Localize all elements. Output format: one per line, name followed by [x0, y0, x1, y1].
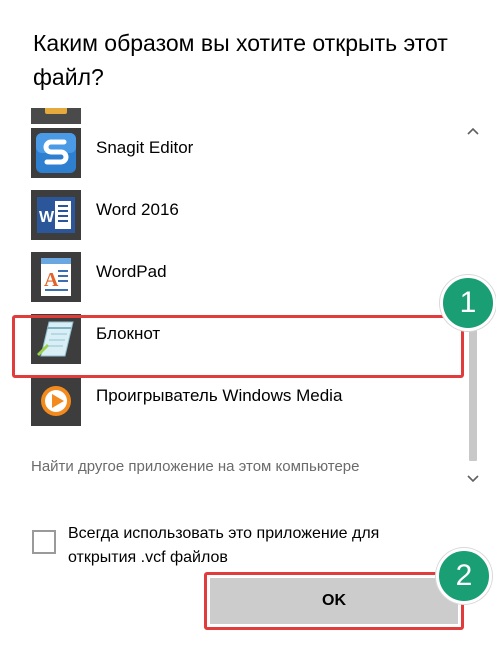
app-item-wordpad[interactable]: A WordPad [0, 242, 462, 304]
open-with-dialog: Каким образом вы хотите открыть этот фай… [0, 0, 496, 650]
app-item-snagit-editor[interactable]: Snagit Editor [0, 118, 462, 180]
dialog-title: Каким образом вы хотите открыть этот фай… [33, 30, 448, 90]
svg-text:W: W [39, 209, 55, 226]
app-label-wordpad: WordPad [96, 262, 167, 281]
svg-text:A: A [44, 269, 59, 291]
selection-highlight-box [12, 315, 464, 378]
step-badge-2: 2 [436, 548, 492, 604]
always-use-label: Всегда использовать это приложение для о… [68, 525, 380, 566]
chevron-up-icon [467, 127, 479, 135]
app-label-word-2016: Word 2016 [96, 200, 179, 219]
scroll-down-button[interactable] [463, 469, 483, 489]
ok-highlight-box [204, 572, 464, 630]
word-2016-icon: W [31, 190, 81, 240]
windows-media-player-icon [31, 376, 81, 426]
find-other-app-link[interactable]: Найти другое приложение на этом компьюте… [31, 458, 360, 475]
chevron-down-icon [467, 475, 479, 483]
step-badge-1: 1 [440, 275, 496, 331]
app-list: Snagit Editor W Word 2016 A WordPad Блок… [0, 108, 488, 493]
scroll-up-button[interactable] [463, 121, 483, 141]
snagit-editor-icon [31, 128, 81, 178]
wordpad-icon: A [31, 252, 81, 302]
app-label-snagit-editor: Snagit Editor [96, 138, 194, 157]
always-use-checkbox[interactable] [32, 530, 56, 554]
app-label-windows-media-player: Проигрыватель Windows Media [96, 386, 343, 405]
app-item-word-2016[interactable]: W Word 2016 [0, 180, 462, 242]
